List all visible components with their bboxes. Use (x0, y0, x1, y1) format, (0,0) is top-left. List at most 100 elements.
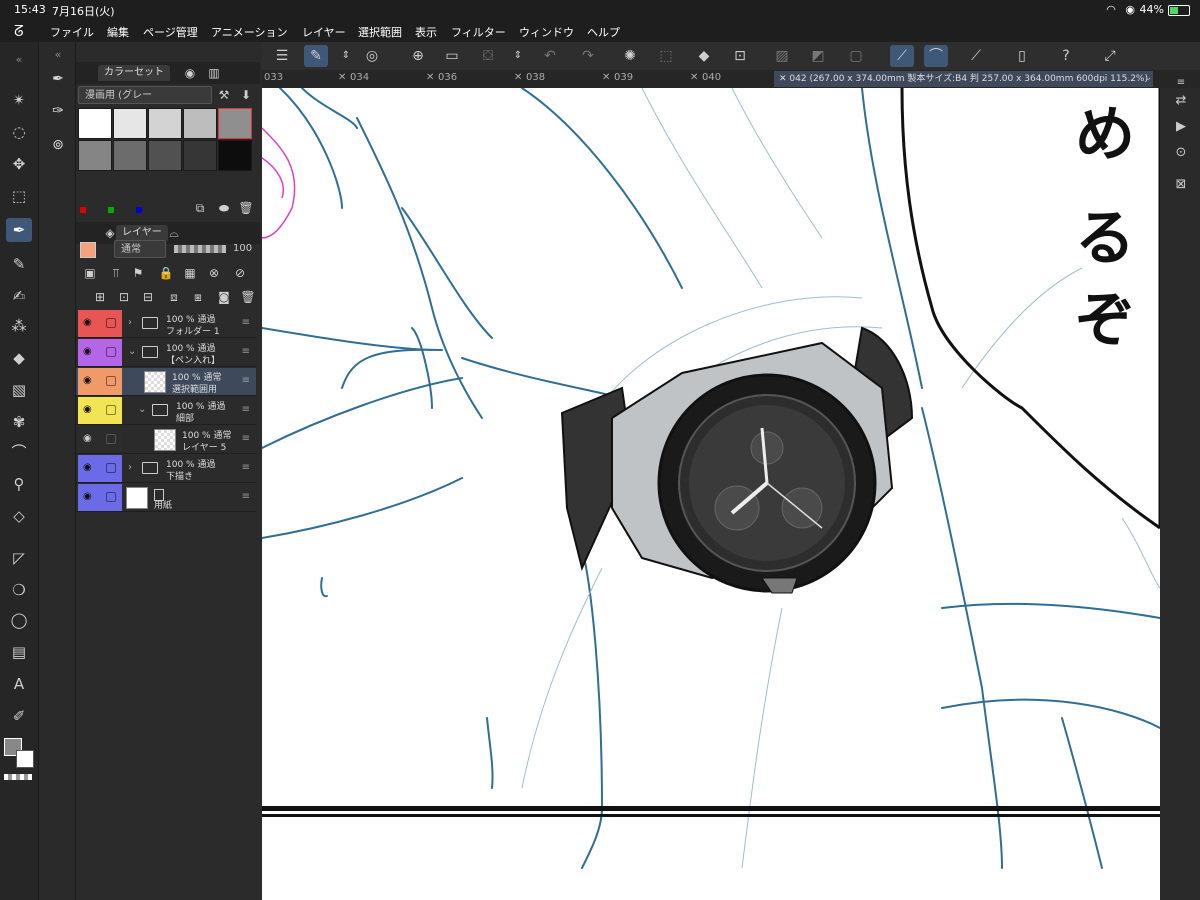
mask-enable-icon[interactable]: ⊗ (206, 265, 222, 281)
layer-menu-icon[interactable]: ≡ (242, 491, 250, 502)
transparent-color-swatch[interactable] (4, 774, 32, 780)
sync-icon[interactable]: ⇄ (1170, 90, 1192, 112)
chevron-down-icon[interactable]: ⌄ (128, 346, 136, 357)
airbrush-icon[interactable]: ⁂ (6, 314, 32, 338)
mask-disable-icon[interactable]: ⊘ (232, 265, 248, 281)
collapse-icon[interactable]: « (47, 44, 69, 66)
canvas-tab[interactable]: 033 (264, 72, 283, 83)
color-swatch[interactable] (148, 108, 182, 139)
undo-icon[interactable]: ↶ (538, 45, 562, 67)
fullscreen-icon[interactable]: ⤢ (1098, 45, 1122, 67)
layer-visibility-cell[interactable]: ◉ (78, 484, 100, 511)
redo-icon[interactable]: ↷ (576, 45, 600, 67)
copy-layer-icon[interactable]: ⧈ (166, 289, 182, 305)
layer-row[interactable]: ◉ › 100 % 通過 下描き ≡ (76, 455, 256, 483)
layer-menu-icon[interactable]: ≡ (242, 346, 250, 357)
lock-box-icon[interactable] (106, 347, 116, 357)
new-file-icon[interactable]: ⊕ (406, 45, 430, 67)
menu-help[interactable]: ヘルプ (587, 24, 620, 40)
menu-layer[interactable]: レイヤー (302, 24, 346, 40)
reference-layer-icon[interactable]: ▣ (82, 265, 98, 281)
brush-icon[interactable]: ✍ (6, 284, 32, 308)
stepper2-icon[interactable]: ⇕ (506, 45, 530, 67)
tab-overflow-icon[interactable]: ⌄ (1144, 72, 1152, 83)
clip-icon[interactable]: ⚑ (130, 265, 146, 281)
layer-lock-cell[interactable] (100, 339, 122, 366)
correction-icon[interactable]: ✐ (6, 704, 32, 728)
ruler-snap-icon[interactable]: ⟋ (890, 45, 914, 67)
chevron-down-icon[interactable]: ⌄ (138, 404, 146, 415)
pencil-icon[interactable]: ✎ (6, 252, 32, 276)
layer-row[interactable]: ◉ 100 % 通常 選択範囲用 ≡ (76, 368, 256, 396)
layer-row[interactable]: ◉ 用紙 ≡ (76, 484, 256, 512)
fill-cmd-icon[interactable]: ◆ (692, 45, 716, 67)
figure-icon[interactable]: ◸ (6, 546, 32, 570)
eye-icon[interactable]: ◉ (83, 433, 92, 444)
lock-box-icon[interactable] (106, 434, 116, 444)
magic-wand-icon[interactable]: ✴ (6, 88, 32, 112)
text-icon[interactable]: A (6, 672, 32, 696)
help-icon[interactable]: ? (1054, 45, 1078, 67)
trash-icon[interactable]: 🗑 (238, 200, 254, 216)
layer-color-swatch[interactable] (80, 242, 96, 258)
add-color-icon[interactable]: ⧉ (192, 200, 208, 216)
mask-icon[interactable]: ◙ (216, 289, 232, 305)
layer-visibility-cell[interactable]: ◉ (78, 397, 100, 424)
selection-border-icon[interactable]: ▢ (844, 45, 868, 67)
animation-icon[interactable]: ▶ (1170, 116, 1192, 138)
eraser-icon[interactable]: ◇ (6, 504, 32, 528)
lock-box-icon[interactable] (106, 405, 116, 415)
material-icon[interactable]: ⊠ (1170, 174, 1192, 196)
fill-icon[interactable]: ◆ (6, 346, 32, 370)
ruler-link-icon[interactable]: ⫪ (108, 265, 124, 281)
chevron-right-icon[interactable]: › (128, 317, 132, 328)
layer-lock-cell[interactable] (100, 426, 122, 453)
eyedropper-icon[interactable]: ⚲ (6, 472, 32, 496)
menu-selection[interactable]: 選択範囲 (358, 24, 402, 40)
clear-icon[interactable]: ⬚ (654, 45, 678, 67)
lock-icon[interactable]: 🔒 (158, 265, 174, 281)
pen-settings-icon[interactable]: ✑ (47, 100, 69, 122)
wrench-icon[interactable]: ⚒ (216, 87, 232, 103)
color-wheel-tab-icon[interactable]: ◉ (182, 65, 198, 81)
green-swatch[interactable] (108, 207, 114, 213)
layer-tab[interactable]: レイヤー (116, 225, 168, 241)
quick-access-icon[interactable]: ◎ (360, 45, 384, 67)
move-icon[interactable]: ✥ (6, 152, 32, 176)
layer-visibility-cell[interactable]: ◉ (78, 368, 100, 395)
invert-icon[interactable]: ◩ (806, 45, 830, 67)
lock-box-icon[interactable] (106, 376, 116, 386)
color-swatch[interactable] (218, 108, 252, 139)
curve-icon[interactable]: ⌒ (6, 440, 32, 464)
canvas-tab-active[interactable]: ✕ 042 (267.00 x 374.00mm 製本サイズ:B4 判 257.… (774, 71, 1153, 87)
sub-color-swatch[interactable] (16, 750, 34, 768)
gradient-icon[interactable]: ▧ (6, 378, 32, 402)
eye-icon[interactable]: ◉ (83, 462, 92, 473)
layer-menu-icon[interactable]: ≡ (242, 433, 250, 444)
pen-ring-icon[interactable]: ⊚ (47, 134, 69, 156)
color-drop-icon[interactable]: ⬬ (216, 200, 232, 216)
lock-box-icon[interactable] (106, 463, 116, 473)
pen-sub-icon[interactable]: ✒ (47, 68, 69, 90)
layer-menu-icon[interactable]: ≡ (242, 317, 250, 328)
eye-icon[interactable]: ◉ (83, 404, 92, 415)
color-swatch[interactable] (148, 140, 182, 171)
transform-icon[interactable]: ⬚ (6, 184, 32, 208)
menu-page[interactable]: ページ管理 (143, 24, 198, 40)
search-icon[interactable]: ⊙ (1170, 142, 1192, 164)
canvas-tab-close-icon[interactable]: ✕ (602, 72, 610, 83)
new-raster-icon[interactable]: ⊞ (92, 289, 108, 305)
layer-row[interactable]: ◉ › 100 % 通過 フォルダー 1 ≡ (76, 310, 256, 338)
blend-icon[interactable]: ❍ (6, 578, 32, 602)
color-set-selector[interactable]: 漫画用 (グレー (78, 86, 212, 104)
layer-menu-icon[interactable]: ≡ (242, 404, 250, 415)
eye-icon[interactable]: ◉ (83, 346, 92, 357)
transform-cmd-icon[interactable]: ⊡ (728, 45, 752, 67)
canvas-tab-close-icon[interactable]: ✕ (426, 72, 434, 83)
menu-icon[interactable]: ☰ (270, 45, 294, 67)
canvas-tab-close-icon[interactable]: ✕ (514, 72, 522, 83)
menu-filter[interactable]: フィルター (451, 24, 506, 40)
blue-swatch[interactable] (136, 207, 142, 213)
color-swatch[interactable] (113, 108, 147, 139)
layer-menu-icon[interactable]: ≡ (242, 462, 250, 473)
